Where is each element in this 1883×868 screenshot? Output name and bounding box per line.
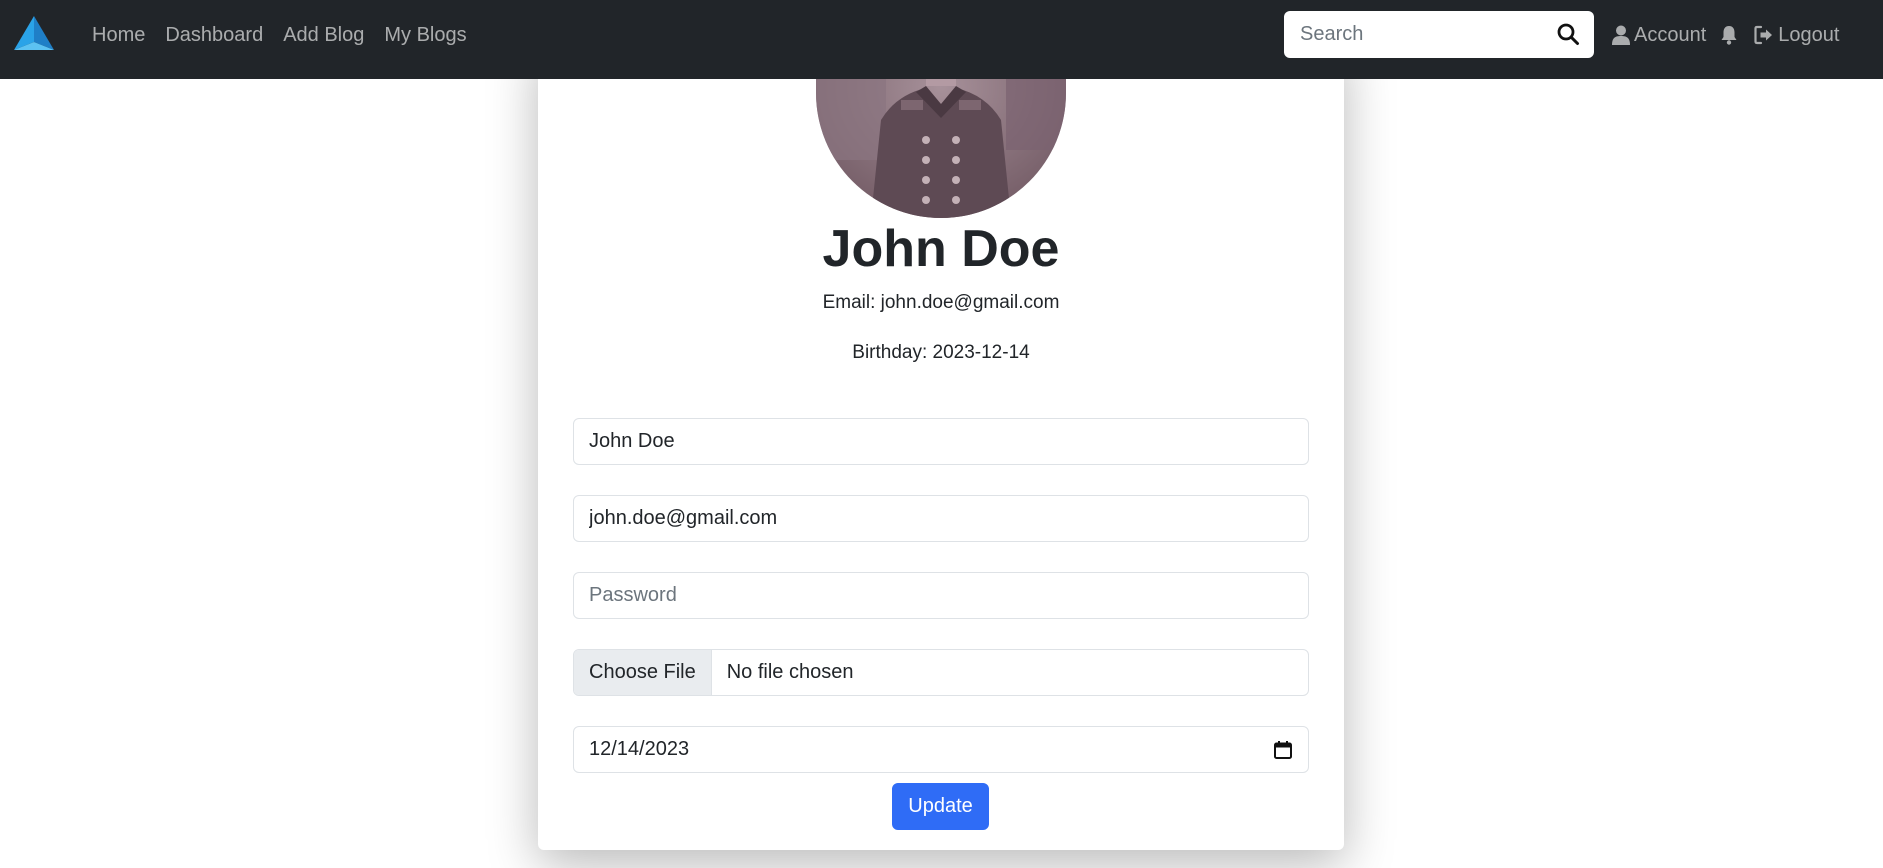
top-navbar: Home Dashboard Add Blog My Blogs Account [0, 0, 1883, 79]
search-input[interactable] [1284, 12, 1540, 57]
user-icon [1612, 25, 1630, 45]
birthday-date-field[interactable]: 12/14/2023 [573, 726, 1309, 773]
nav-link-my-blogs[interactable]: My Blogs [374, 24, 476, 47]
triangle-logo-icon[interactable] [12, 14, 56, 54]
profile-birthday: Birthday: 2023-12-14 [852, 342, 1030, 363]
nav-links: Home Dashboard Add Blog My Blogs [82, 0, 477, 70]
file-status: No file chosen [726, 661, 854, 683]
file-upload-field[interactable]: Choose File No file chosen [573, 649, 1309, 696]
magnifier-icon[interactable] [1556, 22, 1580, 46]
name-field [573, 418, 1309, 465]
nav-link-dashboard[interactable]: Dashboard [155, 24, 273, 47]
profile-email: Email: john.doe@gmail.com [822, 292, 1060, 313]
search-box [1284, 11, 1594, 58]
email-input[interactable] [589, 507, 1293, 530]
logout-link[interactable]: Logout [1754, 24, 1839, 47]
account-link[interactable]: Account [1612, 24, 1706, 47]
nav-right: Account Logout [1612, 0, 1839, 70]
account-label: Account [1634, 23, 1707, 46]
profile-name: John Doe [822, 220, 1060, 278]
calendar-icon[interactable] [1273, 740, 1293, 760]
name-input[interactable] [589, 430, 1293, 453]
password-input[interactable] [589, 584, 1293, 607]
logout-label: Logout [1778, 23, 1840, 46]
sign-out-icon [1754, 25, 1774, 45]
password-field [573, 572, 1309, 619]
nav-link-home[interactable]: Home [82, 24, 155, 47]
email-field [573, 495, 1309, 542]
bell-icon[interactable] [1720, 25, 1738, 45]
nav-link-add-blog[interactable]: Add Blog [273, 24, 374, 47]
date-value[interactable]: 12/14/2023 [589, 738, 689, 761]
choose-file-button[interactable]: Choose File [574, 650, 712, 695]
update-button[interactable]: Update [892, 783, 989, 830]
